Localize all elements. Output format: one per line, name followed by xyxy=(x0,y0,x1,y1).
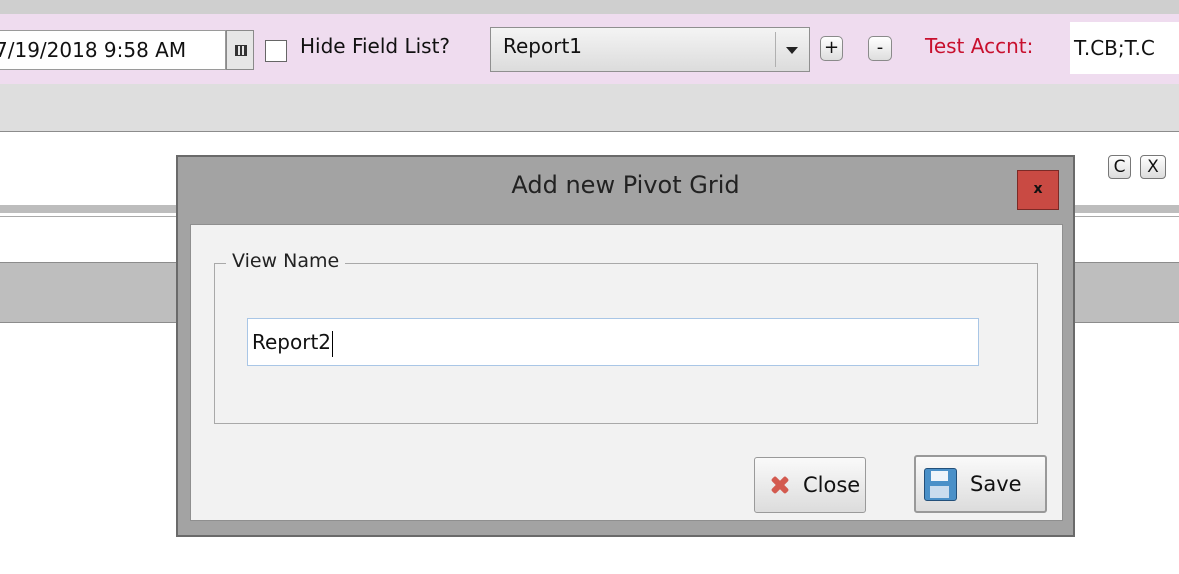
hide-field-list-checkbox[interactable] xyxy=(265,40,287,62)
add-pivot-grid-dialog: Add new Pivot Grid x View Name Report2 C… xyxy=(176,155,1075,537)
dropdown-arrow-icon[interactable] xyxy=(775,32,807,67)
close-button-label: Close xyxy=(803,473,861,497)
remove-view-button[interactable]: - xyxy=(868,36,892,61)
close-button[interactable]: Close xyxy=(754,457,866,513)
hide-field-list-label: Hide Field List? xyxy=(300,34,451,58)
save-disk-icon xyxy=(924,468,957,501)
view-name-input[interactable]: Report2 xyxy=(247,318,979,366)
datetime-field[interactable]: 7/19/2018 9:58 AM xyxy=(0,30,226,70)
dialog-title: Add new Pivot Grid xyxy=(511,171,740,199)
close-x-icon xyxy=(770,475,790,495)
add-view-button[interactable]: + xyxy=(820,36,843,61)
secondary-toolbar xyxy=(0,84,1179,132)
save-button-label: Save xyxy=(970,472,1022,496)
window-top-edge xyxy=(0,0,1179,14)
calendar-icon xyxy=(235,45,247,56)
dialog-body: View Name Report2 Close Save xyxy=(190,224,1063,521)
report-select[interactable]: Report1 xyxy=(490,27,810,72)
save-button[interactable]: Save xyxy=(914,455,1047,513)
text-caret xyxy=(332,330,334,357)
panel-collapse-button[interactable]: C xyxy=(1108,155,1131,179)
view-name-legend: View Name xyxy=(226,250,346,272)
dialog-close-button[interactable]: x xyxy=(1017,170,1059,210)
test-accnt-field[interactable]: T.CB;T.C xyxy=(1070,22,1179,74)
panel-close-button[interactable]: X xyxy=(1140,155,1166,179)
report-select-value: Report1 xyxy=(503,34,583,58)
view-name-value: Report2 xyxy=(252,330,332,354)
calendar-button[interactable] xyxy=(226,30,254,70)
test-accnt-label: Test Accnt: xyxy=(925,34,1034,58)
